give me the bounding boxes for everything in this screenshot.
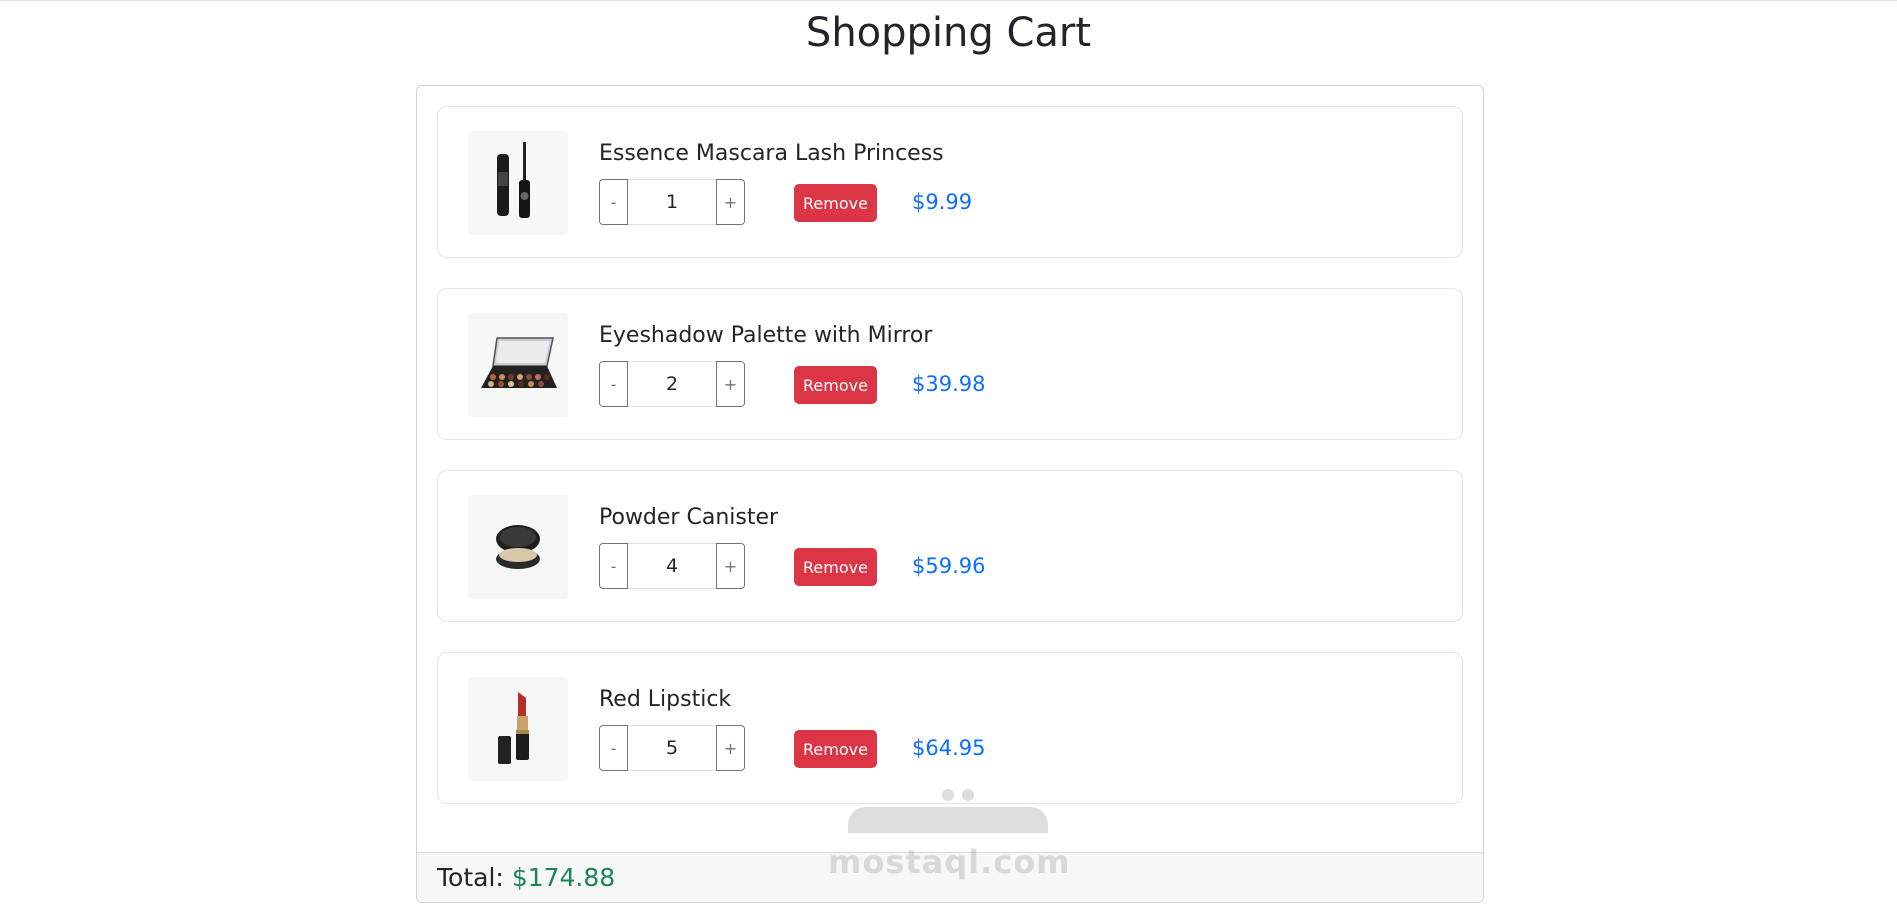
- decrease-quantity-button[interactable]: -: [599, 361, 628, 407]
- increase-quantity-button[interactable]: +: [716, 361, 745, 407]
- item-name: Red Lipstick: [599, 687, 732, 712]
- cart-total-footer: Total: $174.88: [417, 852, 1483, 902]
- lipstick-image: [468, 677, 568, 781]
- quantity-input[interactable]: [628, 179, 716, 225]
- quantity-input[interactable]: [628, 361, 716, 407]
- quantity-input[interactable]: [628, 725, 716, 771]
- quantity-stepper: - +: [599, 361, 745, 407]
- remove-button[interactable]: Remove: [794, 184, 877, 222]
- remove-button[interactable]: Remove: [794, 730, 877, 768]
- quantity-stepper: - +: [599, 179, 745, 225]
- item-name: Essence Mascara Lash Princess: [599, 141, 944, 166]
- cart-item: Eyeshadow Palette with Mirror - + Remove…: [437, 288, 1463, 440]
- cart-item: Powder Canister - + Remove $59.96: [437, 470, 1463, 622]
- total-label: Total:: [437, 863, 504, 892]
- item-name: Powder Canister: [599, 505, 779, 530]
- remove-button[interactable]: Remove: [794, 548, 877, 586]
- quantity-stepper: - +: [599, 725, 745, 771]
- increase-quantity-button[interactable]: +: [716, 543, 745, 589]
- item-price: $59.96: [912, 554, 986, 578]
- decrease-quantity-button[interactable]: -: [599, 725, 628, 771]
- decrease-quantity-button[interactable]: -: [599, 179, 628, 225]
- item-price: $39.98: [912, 372, 986, 396]
- increase-quantity-button[interactable]: +: [716, 179, 745, 225]
- quantity-input[interactable]: [628, 543, 716, 589]
- page-title: Shopping Cart: [805, 10, 1092, 56]
- item-price: $64.95: [912, 736, 986, 760]
- cart-items-list: Essence Mascara Lash Princess - + Remove…: [417, 86, 1483, 804]
- mascara-image: [468, 131, 568, 235]
- decrease-quantity-button[interactable]: -: [599, 543, 628, 589]
- powder-canister-image: [468, 495, 568, 599]
- increase-quantity-button[interactable]: +: [716, 725, 745, 771]
- cart-card: Essence Mascara Lash Princess - + Remove…: [416, 85, 1484, 903]
- item-price: $9.99: [912, 190, 973, 214]
- eyeshadow-palette-image: [468, 313, 568, 417]
- cart-item: Red Lipstick - + Remove $64.95: [437, 652, 1463, 804]
- remove-button[interactable]: Remove: [794, 366, 877, 404]
- quantity-stepper: - +: [599, 543, 745, 589]
- cart-item: Essence Mascara Lash Princess - + Remove…: [437, 106, 1463, 258]
- item-name: Eyeshadow Palette with Mirror: [599, 323, 933, 348]
- total-value: $174.88: [511, 863, 616, 892]
